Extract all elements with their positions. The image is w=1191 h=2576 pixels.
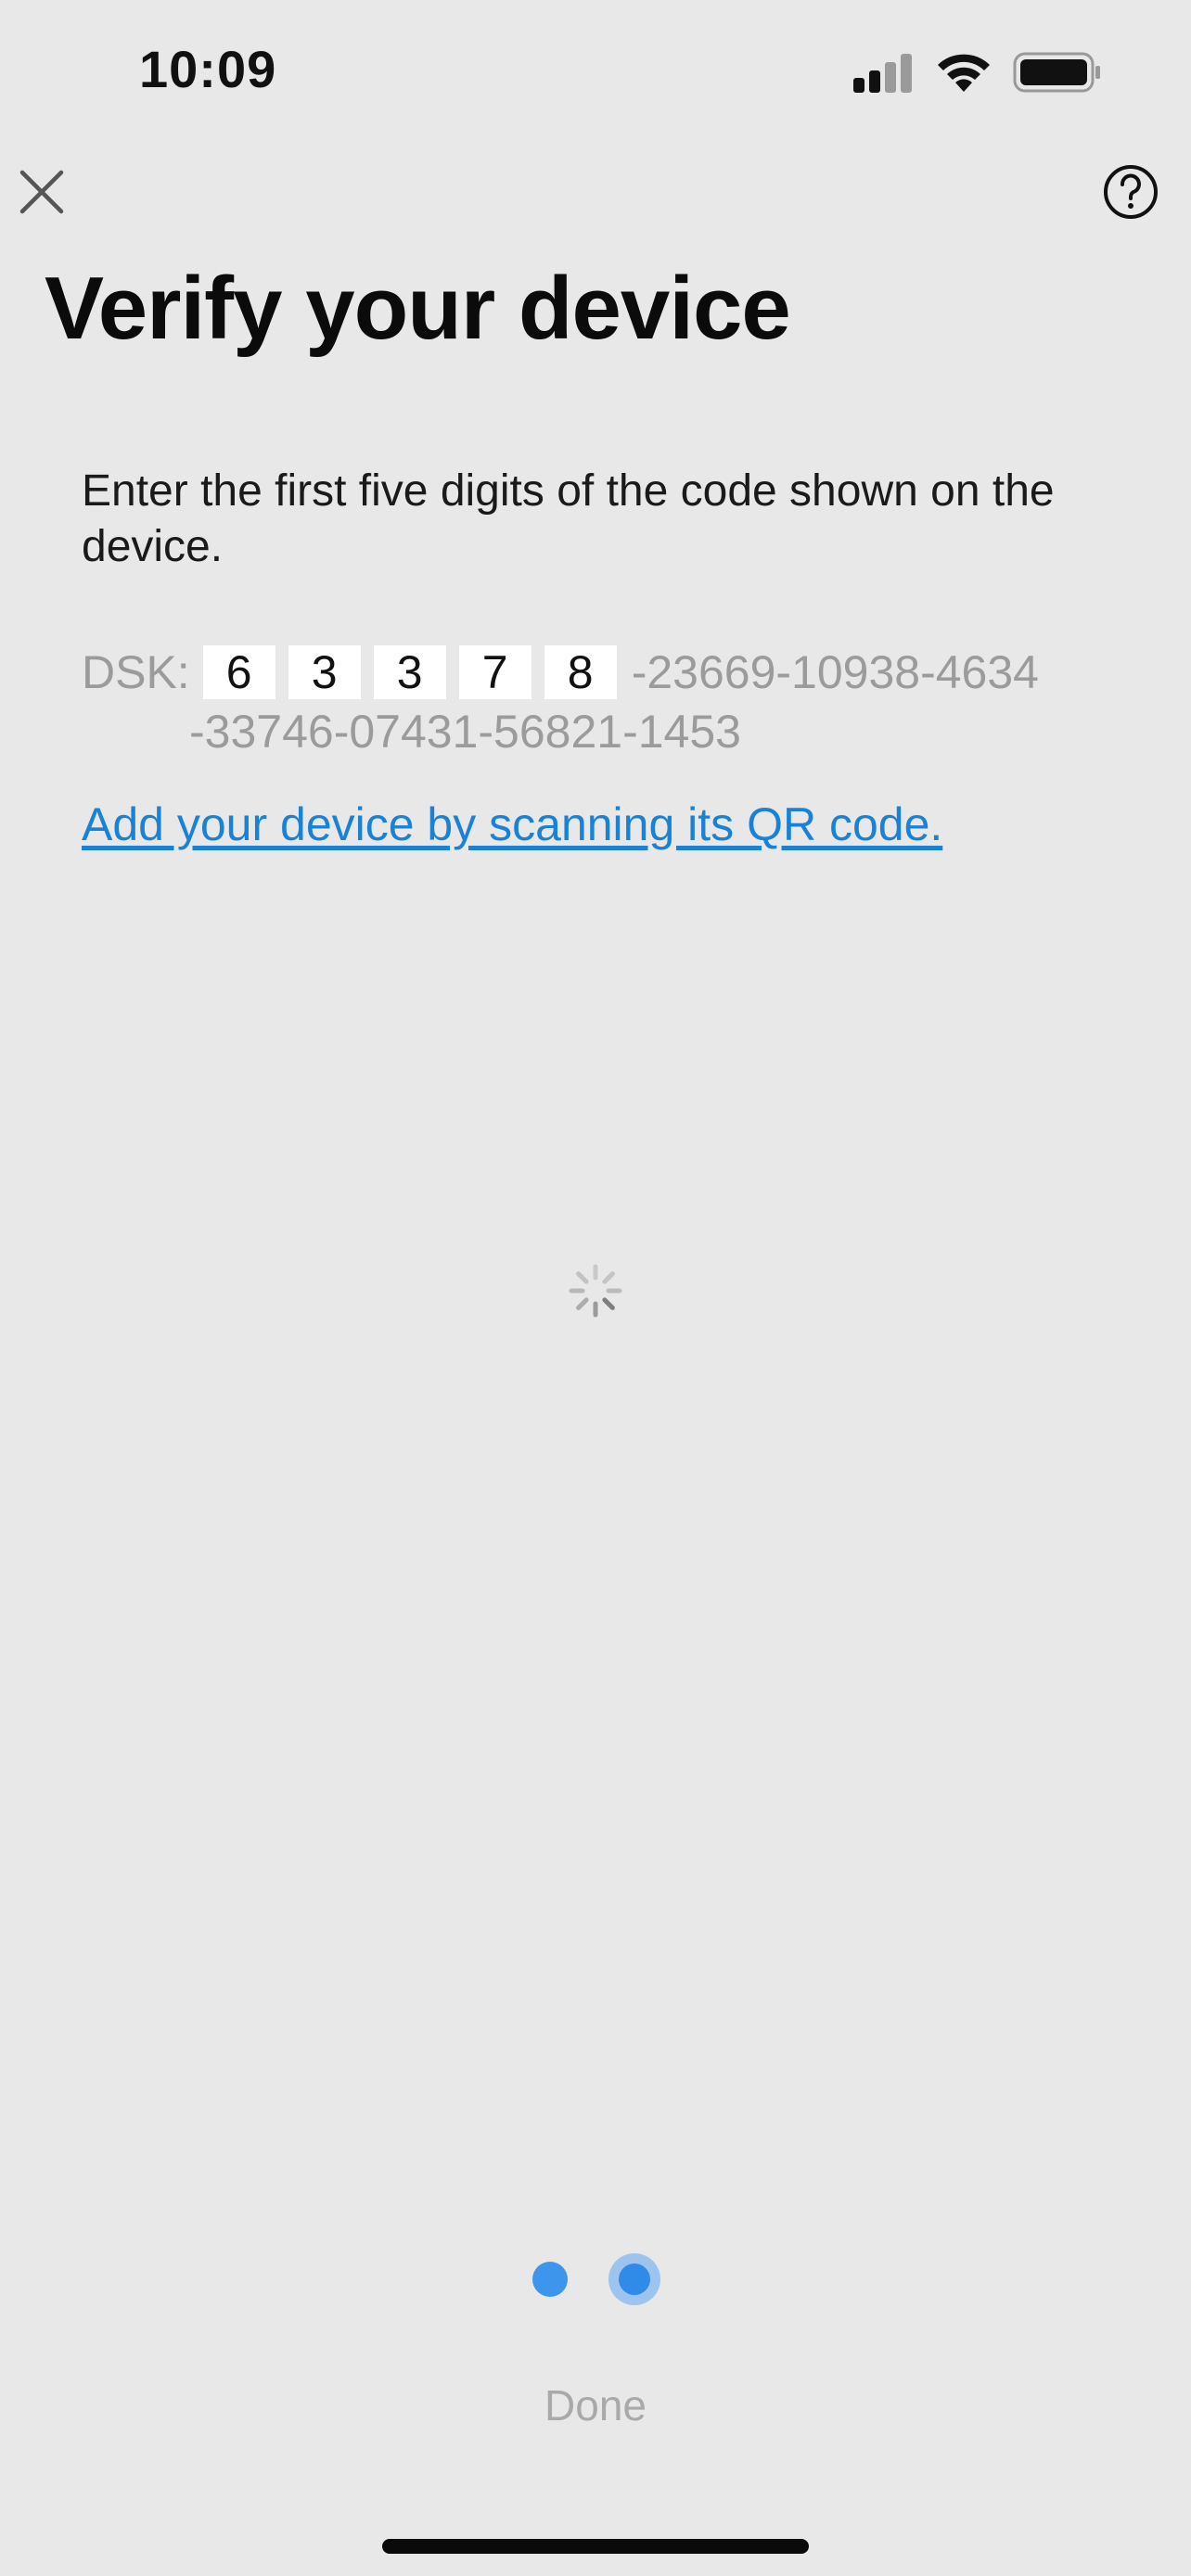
dsk-digit-5[interactable] <box>544 645 617 699</box>
help-button[interactable] <box>1102 163 1159 221</box>
help-icon <box>1104 165 1158 219</box>
cellular-signal-icon <box>853 54 912 93</box>
instruction-text: Enter the first five digits of the code … <box>82 466 1055 571</box>
page-indicator <box>532 2253 660 2305</box>
loading-spinner-icon <box>569 1264 622 1318</box>
dsk-digit-3[interactable] <box>373 645 446 699</box>
close-button[interactable] <box>13 163 70 221</box>
dsk-label: DSK: <box>82 646 190 698</box>
dsk-digit-2[interactable] <box>288 645 361 699</box>
dsk-digit-4[interactable] <box>458 645 531 699</box>
home-indicator <box>382 2539 809 2554</box>
scan-qr-code-link[interactable]: Add your device by scanning its QR code. <box>82 797 942 851</box>
close-icon <box>19 170 64 214</box>
dsk-remaining-line-1: -23669-10938-4634 <box>631 646 1039 698</box>
dsk-remaining-line-2: -33746-07431-56821-1453 <box>189 706 741 758</box>
dsk-digit-1[interactable] <box>202 645 275 699</box>
page-dot-2-active[interactable] <box>608 2253 660 2305</box>
battery-icon <box>1013 52 1100 93</box>
page-title: Verify your device <box>45 259 791 358</box>
done-button[interactable]: Done <box>410 2379 781 2431</box>
page-dot-2-inner <box>619 2264 650 2295</box>
verify-device-screen: 10:09 Verify your device Enter the first… <box>0 0 1191 2576</box>
dsk-code-row: DSK: -23669-10938-4634 <box>82 645 1039 699</box>
wifi-icon <box>938 54 990 92</box>
status-time: 10:09 <box>139 40 277 98</box>
page-dot-1[interactable] <box>532 2262 568 2297</box>
status-icons <box>852 45 1102 100</box>
